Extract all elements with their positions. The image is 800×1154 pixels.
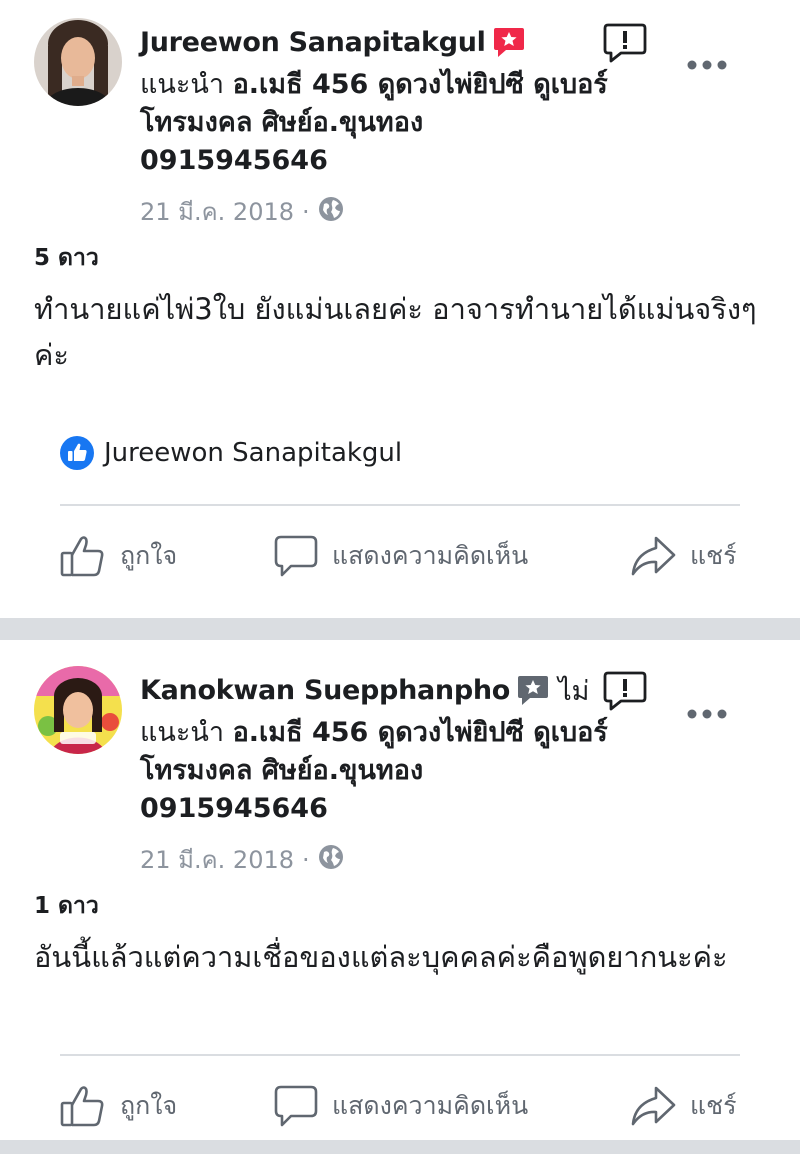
comment-button[interactable]: แสดงความคิดเห็น — [274, 1084, 528, 1128]
thumbs-up-circle-icon — [60, 436, 94, 470]
speech-bubble-icon — [274, 535, 318, 577]
meta-separator: · — [302, 845, 310, 874]
author-name[interactable]: Jureewon Sanapitakgul — [140, 27, 486, 58]
thumbs-up-outline-icon — [60, 1086, 104, 1127]
divider — [60, 504, 740, 506]
not-recommend-label: ไม่ — [558, 675, 590, 707]
share-button[interactable]: แชร์ — [630, 534, 737, 578]
like-label: ถูกใจ — [120, 541, 178, 570]
author-line: Jureewon Sanapitakgul — [140, 22, 526, 62]
globe-icon — [318, 844, 344, 876]
comment-label: แสดงความคิดเห็น — [332, 1091, 529, 1120]
liker-name: Jureewon Sanapitakgul — [104, 438, 403, 468]
more-dots-icon[interactable] — [686, 56, 728, 70]
report-flag-icon[interactable] — [603, 670, 647, 712]
reactions-summary[interactable]: Jureewon Sanapitakgul — [60, 436, 402, 470]
meta-separator: · — [302, 197, 310, 226]
speech-bubble-icon — [274, 1085, 318, 1127]
recommend-badge-icon — [492, 26, 526, 58]
post-date[interactable]: 21 มี.ค. 2018 — [140, 192, 294, 231]
comment-label: แสดงความคิดเห็น — [332, 541, 529, 570]
author-line: Kanokwan Suepphanpho ไม่ — [140, 670, 589, 710]
post-meta: 21 มี.ค. 2018 · — [140, 840, 344, 879]
star-rating: 5 ดาว — [34, 245, 99, 271]
like-button[interactable]: ถูกใจ — [60, 534, 177, 578]
share-label: แชร์ — [690, 1091, 737, 1120]
star-rating: 1 ดาว — [34, 893, 99, 919]
feed-separator — [0, 1140, 800, 1154]
divider — [60, 1054, 740, 1056]
feed-separator — [0, 618, 800, 640]
review-post: Jureewon Sanapitakgul แนะนำ อ.เมธี 456 ด… — [0, 0, 800, 618]
share-button[interactable]: แชร์ — [630, 1084, 737, 1128]
thumbs-up-outline-icon — [60, 536, 104, 577]
like-label: ถูกใจ — [120, 1091, 178, 1120]
share-arrow-icon — [631, 536, 676, 576]
recommend-text: แนะนำ อ.เมธี 456 ดูดวงไพ่ยิปซี ดูเบอร์โท… — [140, 714, 610, 828]
share-label: แชร์ — [690, 541, 737, 570]
post-date[interactable]: 21 มี.ค. 2018 — [140, 840, 294, 879]
review-text: ทำนายแค่ไพ่3ใบ ยังแม่นเลยค่ะ อาจารทำนายไ… — [34, 292, 757, 372]
not-recommend-badge-icon — [516, 674, 550, 706]
recommend-prefix: แนะนำ — [140, 717, 224, 748]
author-name[interactable]: Kanokwan Suepphanpho — [140, 675, 510, 706]
recommend-text: แนะนำ อ.เมธี 456 ดูดวงไพ่ยิปซี ดูเบอร์โท… — [140, 66, 610, 180]
more-dots-icon[interactable] — [686, 705, 728, 719]
avatar[interactable] — [34, 18, 122, 106]
review-post: Kanokwan Suepphanpho ไม่ แนะนำ อ.เมธี 45… — [0, 640, 800, 1140]
review-text: อันนี้แล้วแต่ความเชื่อของแต่ละบุคคลค่ะคื… — [34, 940, 728, 974]
globe-icon — [318, 196, 344, 228]
share-arrow-icon — [631, 1086, 676, 1126]
avatar[interactable] — [34, 666, 122, 754]
recommend-prefix: แนะนำ — [140, 69, 224, 100]
post-meta: 21 มี.ค. 2018 · — [140, 192, 344, 231]
like-button[interactable]: ถูกใจ — [60, 1084, 177, 1128]
report-flag-icon[interactable] — [603, 22, 647, 64]
comment-button[interactable]: แสดงความคิดเห็น — [274, 534, 528, 578]
